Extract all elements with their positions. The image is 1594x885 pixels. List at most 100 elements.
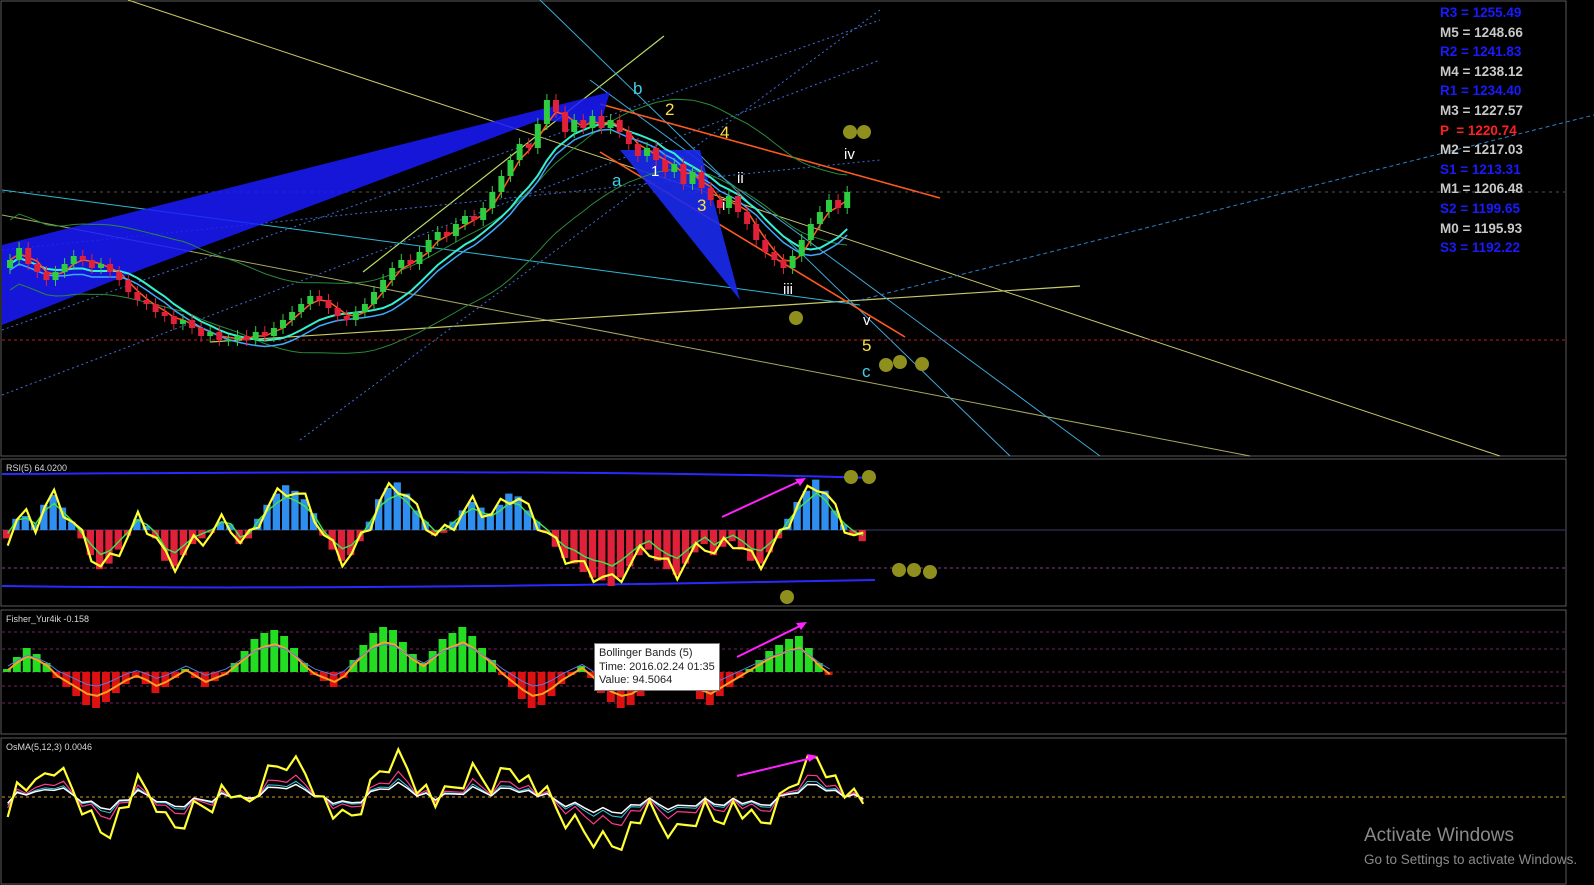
candle-body	[662, 160, 669, 172]
osma-panel[interactable]	[0, 737, 1567, 885]
candle-body	[553, 100, 559, 112]
histogram-bar	[438, 639, 447, 672]
histogram-bar	[505, 493, 513, 530]
candle-body	[644, 148, 650, 156]
candle-body	[498, 176, 505, 192]
candle-body	[507, 160, 514, 176]
candle-body	[671, 164, 678, 172]
candle-body	[707, 188, 714, 200]
candle-body	[189, 320, 195, 328]
marker-dot	[862, 470, 876, 484]
histogram-bar	[775, 645, 784, 672]
histogram-bar	[616, 530, 625, 578]
candle-body	[407, 260, 414, 264]
histogram-bar	[384, 488, 392, 530]
wave-label-1: 1	[651, 163, 659, 180]
pivot-level-m0: M0 = 1195.93	[1440, 220, 1523, 236]
wave-label-2: 2	[665, 100, 674, 119]
marker-dot	[892, 563, 906, 577]
indicator-tooltip: Bollinger Bands (5) Time: 2016.02.24 01:…	[594, 643, 720, 691]
candle-body	[161, 312, 168, 316]
candle-body	[616, 120, 623, 132]
wave-label-c: c	[862, 362, 871, 381]
candle-body	[70, 256, 77, 264]
histogram-bar	[399, 642, 407, 672]
candle-body	[88, 260, 95, 268]
marker-dot	[789, 311, 803, 325]
histogram-bar	[369, 633, 378, 672]
candle-body	[571, 120, 578, 132]
candle-body	[134, 292, 141, 300]
candle-body	[34, 264, 41, 272]
histogram-bar	[802, 490, 811, 530]
pivot-level-r3: R3 = 1255.49	[1440, 5, 1522, 20]
candle-body	[389, 268, 396, 280]
candle-body	[289, 312, 296, 320]
candle-body	[52, 272, 59, 280]
wave-label-3: 3	[697, 196, 706, 215]
histogram-bar	[280, 636, 289, 672]
histogram-bar	[111, 672, 120, 693]
candle-body	[307, 296, 314, 304]
candle-body	[243, 336, 250, 340]
histogram-bar	[250, 639, 259, 672]
histogram-bar	[468, 636, 477, 672]
pivot-level-m5: M5 = 1248.66	[1440, 24, 1523, 40]
fisher-panel[interactable]	[0, 609, 1567, 735]
histogram-bar	[272, 493, 280, 530]
pivot-level-s2: S2 = 1199.65	[1440, 200, 1520, 216]
candle-body	[753, 224, 760, 240]
candle-body	[261, 332, 268, 336]
candle-body	[735, 196, 741, 212]
wave-label-5: 5	[862, 336, 871, 355]
histogram-bar	[795, 636, 803, 672]
candle-body	[762, 240, 769, 252]
candle-body	[179, 320, 186, 324]
candle-body	[607, 120, 614, 128]
histogram-bar	[379, 627, 388, 672]
candle-body	[361, 304, 368, 312]
candle-body	[198, 328, 205, 336]
histogram-bar	[468, 502, 476, 530]
candle-body	[398, 260, 405, 268]
rsi-divergence-arrow	[721, 480, 801, 518]
candle-body	[79, 256, 86, 260]
price-chart[interactable]: b a c 1 2 3 4 5 i ii iii iv v RSI(5) 64.…	[0, 0, 1594, 885]
rsi-panel[interactable]	[0, 458, 1567, 607]
candle-body	[789, 256, 796, 268]
pivot-level-s3: S3 = 1192.22	[1440, 240, 1520, 256]
pivot-level-m1: M1 = 1206.48	[1440, 181, 1523, 197]
trend-lines	[1, 0, 1594, 457]
histogram-bar	[478, 648, 487, 672]
histogram-bar	[389, 630, 397, 672]
blue-triangle-zone	[620, 150, 740, 300]
candle-body	[462, 216, 468, 224]
pivot-level-r1: R1 = 1234.40	[1440, 83, 1522, 99]
osma-panel-border	[0, 737, 1567, 885]
candle-body	[634, 144, 641, 156]
tooltip-indicator-name: Bollinger Bands (5)	[599, 647, 693, 659]
activation-watermark-title: Activate Windows	[1364, 825, 1514, 846]
candle-body	[744, 212, 751, 224]
candle-body	[443, 232, 450, 236]
candle-body	[371, 292, 377, 304]
candle-body	[835, 200, 842, 208]
histogram-bar	[607, 530, 615, 586]
histogram-bar	[547, 672, 556, 696]
candle-body	[525, 144, 532, 148]
candle-body	[316, 296, 323, 300]
candle-body	[534, 124, 541, 148]
histogram-bar	[22, 648, 31, 672]
candle-body	[489, 192, 496, 208]
histogram-bar	[448, 633, 457, 672]
pivot-level-m3: M3 = 1227.57	[1440, 102, 1523, 118]
marker-dot	[879, 358, 893, 372]
candle-body	[170, 316, 177, 324]
candle-body	[116, 272, 123, 280]
candle-body	[234, 336, 241, 340]
candle-body	[452, 224, 459, 236]
histogram-bar	[570, 530, 578, 564]
candle-body	[826, 200, 832, 212]
candle-body	[207, 332, 214, 336]
histogram-bar	[102, 672, 110, 702]
